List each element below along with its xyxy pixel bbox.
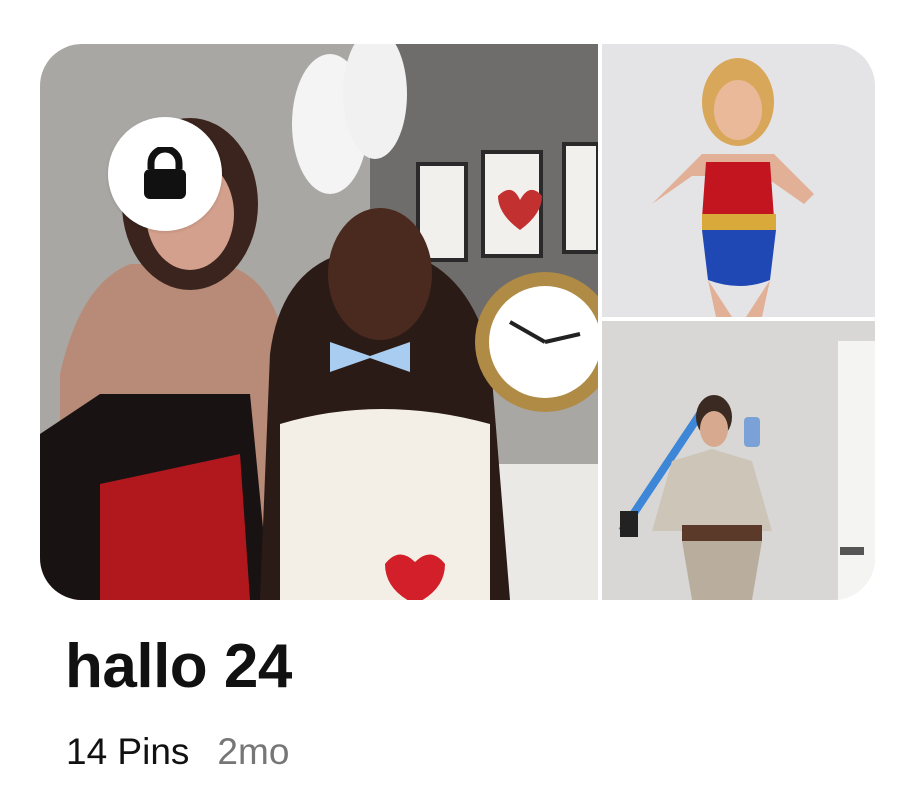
board-card[interactable]: hallo 24 14 Pins 2mo bbox=[0, 0, 918, 812]
lock-icon bbox=[144, 147, 186, 199]
updated-age: 2mo bbox=[217, 731, 290, 772]
cover-image-top-right bbox=[602, 44, 875, 317]
board-meta: 14 Pins 2mo bbox=[66, 733, 289, 770]
cover-image-bottom-right bbox=[602, 321, 875, 600]
cover-image-main bbox=[40, 44, 598, 600]
board-title[interactable]: hallo 24 bbox=[65, 636, 292, 698]
private-badge bbox=[108, 117, 222, 231]
board-cover[interactable] bbox=[40, 44, 875, 600]
pin-count: 14 Pins bbox=[66, 731, 190, 772]
